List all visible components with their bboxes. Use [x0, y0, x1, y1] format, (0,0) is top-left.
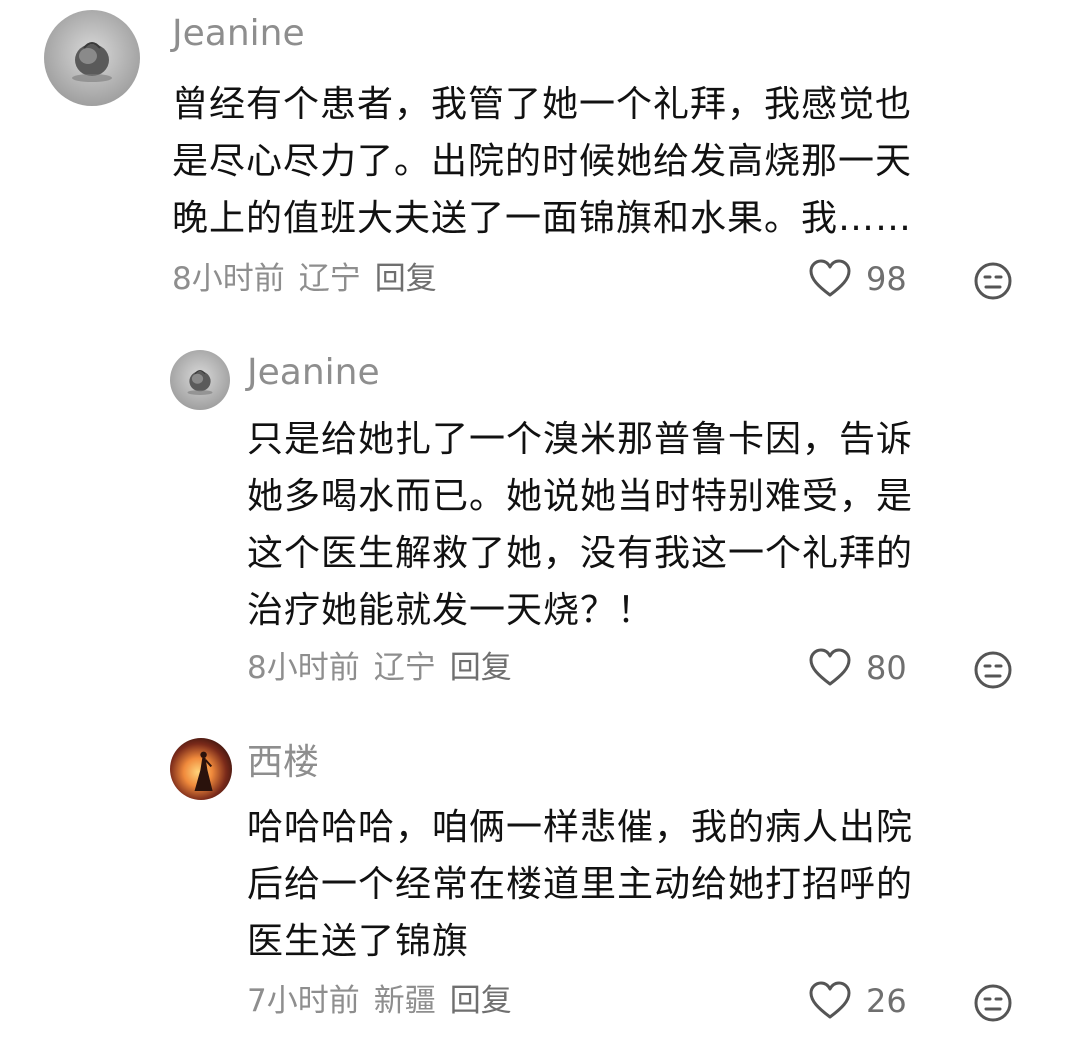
comment-text: 哈哈哈哈，咱俩一样悲催，我的病人出院 后给一个经常在楼道里主动给她打招呼的 医生… [247, 799, 913, 970]
reply-button[interactable]: 回复 [375, 261, 437, 297]
comment-meta: 7小时前 新疆 回复 [247, 981, 526, 1021]
comment-text-line: 这个医生解救了她，没有我这一个礼拜的 [247, 533, 914, 574]
comment-text-line: 只是给她扎了一个溴米那普鲁卡因，告诉 [247, 419, 914, 460]
timestamp: 8小时前 [172, 261, 285, 297]
comment-reply: Jeanine 只是给她扎了一个溴米那普鲁卡因，告诉 她多喝水而已。她说她当时特… [0, 340, 1079, 700]
reply-button[interactable]: 回复 [450, 650, 512, 686]
heart-outline-icon [809, 981, 851, 1019]
comment-text: 只是给她扎了一个溴米那普鲁卡因，告诉 她多喝水而已。她说她当时特别难受，是 这个… [247, 411, 913, 639]
username[interactable]: 西楼 [247, 741, 319, 785]
comment-text-line: 她多喝水而已。她说她当时特别难受，是 [247, 476, 914, 517]
neutral-face-icon [974, 651, 1012, 689]
like-count: 80 [866, 649, 907, 687]
username[interactable]: Jeanine [247, 351, 380, 395]
comment-text-line: 后给一个经常在楼道里主动给她打招呼的 [247, 864, 914, 905]
like-count: 26 [866, 982, 907, 1020]
emoji-reaction-button[interactable] [973, 261, 1013, 301]
comment-meta: 8小时前 辽宁 回复 [172, 259, 451, 299]
comment-text-line: 医生送了锦旗 [247, 921, 470, 962]
comment-text-line: 曾经有个患者，我管了她一个礼拜，我感觉也 [172, 84, 913, 125]
timestamp: 8小时前 [247, 650, 360, 686]
grey-sketch-avatar-icon [170, 350, 230, 410]
avatar[interactable] [170, 738, 232, 800]
like-button[interactable]: 80 [808, 648, 910, 688]
comment-text: 曾经有个患者，我管了她一个礼拜，我感觉也 是尽心尽力了。出院的时候她给发高烧那一… [172, 76, 912, 247]
comment-meta: 8小时前 辽宁 回复 [247, 648, 526, 688]
comment-text-line: 哈哈哈哈，咱俩一样悲催，我的病人出院 [247, 807, 914, 848]
like-count: 98 [866, 260, 907, 298]
heart-outline-icon [809, 648, 851, 686]
heart-outline-icon [809, 259, 851, 297]
emoji-reaction-button[interactable] [973, 983, 1013, 1023]
location: 辽宁 [373, 650, 436, 686]
avatar[interactable] [170, 350, 230, 410]
comment-reply: 西楼 哈哈哈哈，咱俩一样悲催，我的病人出院 后给一个经常在楼道里主动给她打招呼的… [0, 730, 1079, 1046]
username[interactable]: Jeanine [172, 12, 305, 56]
like-button[interactable]: 98 [808, 259, 910, 299]
grey-sketch-avatar-icon [44, 10, 140, 106]
location: 辽宁 [298, 261, 361, 297]
emoji-reaction-button[interactable] [973, 650, 1013, 690]
timestamp: 7小时前 [247, 983, 360, 1019]
neutral-face-icon [974, 984, 1012, 1022]
location: 新疆 [373, 983, 436, 1019]
comment-text-line: 治疗她能就发一天烧？！ [247, 590, 655, 631]
comment-text-line: 晚上的值班大夫送了一面锦旗和水果。我…… [172, 198, 913, 239]
comment-text-line: 是尽心尽力了。出院的时候她给发高烧那一天 [172, 141, 913, 182]
comment-top-level: Jeanine 曾经有个患者，我管了她一个礼拜，我感觉也 是尽心尽力了。出院的时… [0, 0, 1079, 320]
neutral-face-icon [974, 262, 1012, 300]
sunset-silhouette-avatar-icon [170, 738, 232, 800]
reply-button[interactable]: 回复 [450, 983, 512, 1019]
like-button[interactable]: 26 [808, 981, 910, 1021]
avatar[interactable] [44, 10, 140, 106]
